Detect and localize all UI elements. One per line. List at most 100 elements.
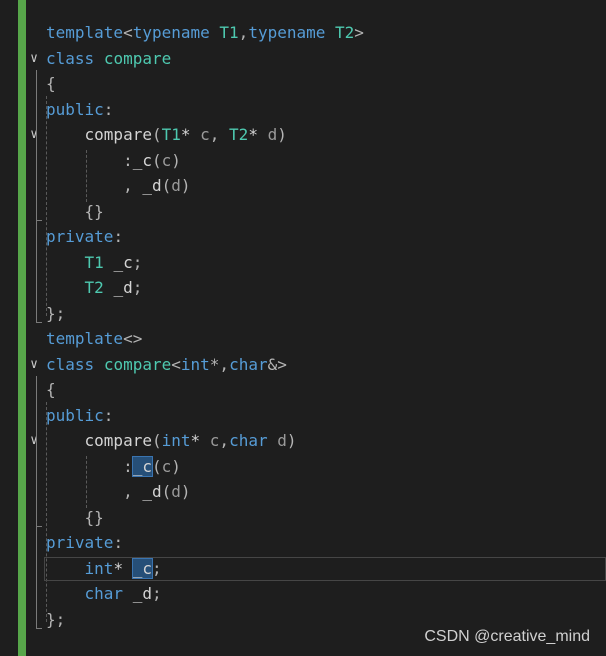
parameter-token: c <box>209 431 220 450</box>
punctuation-token: { <box>46 380 56 399</box>
type-token: T1 <box>161 125 181 144</box>
punctuation-token: }; <box>46 304 66 323</box>
identifier-token: _d <box>142 482 162 501</box>
type-token: T2 <box>84 278 104 297</box>
punctuation-token: : <box>103 406 114 425</box>
code-line[interactable]: private: <box>46 532 123 554</box>
punctuation-token: ; <box>151 559 162 578</box>
keyword-token: template <box>46 23 124 42</box>
punctuation-token: > <box>354 23 364 42</box>
code-line[interactable]: private: <box>46 226 123 248</box>
keyword-token: int <box>84 559 114 578</box>
punctuation-token: , <box>209 125 230 144</box>
keyword-token: int <box>180 355 210 374</box>
keyword-token: public <box>46 100 104 119</box>
identifier-token: _c <box>132 151 152 170</box>
punctuation-token: ( <box>151 457 162 476</box>
code-line[interactable]: compare(T1* c, T2* d) <box>46 124 287 146</box>
fold-toggle-icon[interactable]: ∨ <box>27 354 41 376</box>
parameter-token: d <box>277 431 287 450</box>
code-line[interactable]: class compare <box>46 48 171 70</box>
watermark-text: CSDN @creative_mind <box>424 628 590 645</box>
parameter-token: d <box>171 176 181 195</box>
scope-guide-line <box>36 452 37 526</box>
code-line[interactable]: char _d; <box>46 583 162 605</box>
code-line[interactable]: int* _c; <box>46 558 162 580</box>
punctuation-token: * <box>190 431 210 450</box>
code-line[interactable]: }; <box>46 609 65 631</box>
code-line[interactable]: compare(int* c,char d) <box>46 430 297 452</box>
punctuation-token: , <box>123 482 143 501</box>
fold-toggle-icon[interactable]: ∨ <box>27 48 41 70</box>
code-line[interactable]: , _d(d) <box>46 175 190 197</box>
scope-guide-end <box>36 322 42 323</box>
code-line[interactable]: { <box>46 73 56 95</box>
fold-toggle-icon[interactable]: ∨ <box>27 124 41 146</box>
code-line[interactable]: public: <box>46 405 113 427</box>
code-line[interactable]: class compare<int*,char&> <box>46 354 287 376</box>
code-line[interactable]: template<typename T1,typename T2> <box>46 22 364 44</box>
code-line[interactable]: { <box>46 379 56 401</box>
parameter-token: c <box>161 457 172 476</box>
punctuation-token: ) <box>171 457 181 476</box>
code-line[interactable]: :_c(c) <box>46 456 181 478</box>
punctuation-token: ) <box>286 431 297 450</box>
punctuation-token: , <box>123 176 143 195</box>
punctuation-token: ; <box>132 253 143 272</box>
punctuation-token: { <box>46 74 56 93</box>
fold-toggle-icon[interactable]: ∨ <box>27 430 41 452</box>
punctuation-token: {} <box>84 508 104 527</box>
keyword-token: public <box>46 406 104 425</box>
identifier-token: _d <box>142 176 162 195</box>
punctuation-token: ( <box>161 482 172 501</box>
punctuation-token: ; <box>132 278 143 297</box>
punctuation-token: ) <box>180 482 191 501</box>
punctuation-token: * <box>248 125 268 144</box>
code-line[interactable]: T2 _d; <box>46 277 143 299</box>
punctuation-token: * <box>113 559 133 578</box>
code-editor[interactable]: ∨ ∨ ∨ ∨ template<typename T1,typename T2… <box>0 0 606 656</box>
code-line[interactable]: template<> <box>46 328 142 350</box>
type-token: compare <box>103 49 172 68</box>
identifier-token: compare <box>84 125 152 144</box>
type-token: T1 <box>219 23 239 42</box>
scope-guide-end <box>36 526 42 527</box>
scope-guide-end <box>36 220 42 221</box>
punctuation-token: : <box>113 227 124 246</box>
keyword-token: class <box>46 355 95 374</box>
parameter-token: d <box>267 125 278 144</box>
code-line[interactable]: :_c(c) <box>46 150 181 172</box>
punctuation-token: ( <box>151 431 162 450</box>
code-line[interactable]: , _d(d) <box>46 481 191 503</box>
reference-highlight[interactable]: _c <box>131 558 153 579</box>
punctuation-token: *, <box>209 355 230 374</box>
keyword-token: int <box>161 431 191 450</box>
reference-highlight[interactable]: _c <box>131 456 153 477</box>
code-line[interactable]: public: <box>46 99 113 121</box>
code-line[interactable]: {} <box>46 201 104 223</box>
keyword-token: typename <box>132 23 210 42</box>
code-line[interactable]: }; <box>46 303 65 325</box>
change-tracking-margin <box>18 0 26 656</box>
punctuation-token: ( <box>151 151 162 170</box>
code-line[interactable]: T1 _c; <box>46 252 143 274</box>
scope-guide-line <box>36 146 37 220</box>
punctuation-token: < <box>171 355 181 374</box>
code-line[interactable]: {} <box>46 507 104 529</box>
punctuation-token: <> <box>123 329 143 348</box>
punctuation-token: {} <box>84 202 104 221</box>
punctuation-token: < <box>123 23 133 42</box>
parameter-token: c <box>161 151 172 170</box>
punctuation-token: , <box>219 431 230 450</box>
identifier-token: _c <box>113 253 133 272</box>
